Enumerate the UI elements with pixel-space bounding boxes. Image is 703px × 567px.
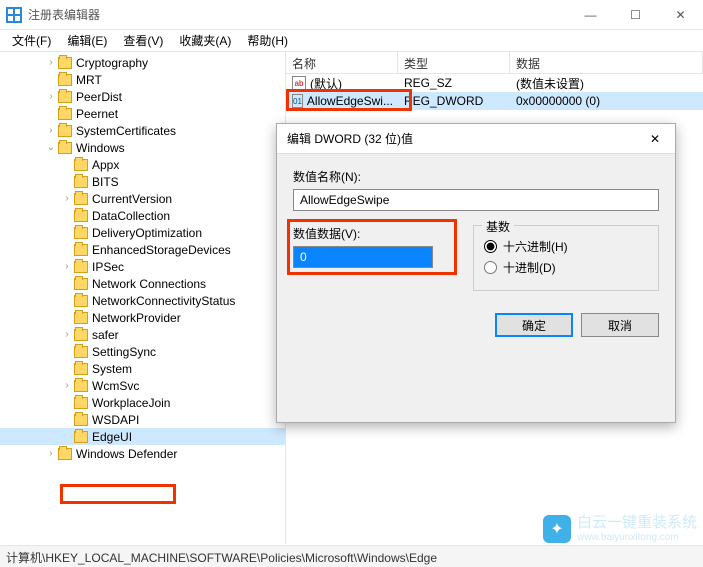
tree-node-windows[interactable]: ⌄Windows <box>0 139 285 156</box>
tree-node-windows-defender[interactable]: ›Windows Defender <box>0 445 285 462</box>
cancel-button[interactable]: 取消 <box>581 313 659 337</box>
folder-icon <box>74 312 88 324</box>
value-row-default[interactable]: ab(默认) REG_SZ (数值未设置) <box>286 74 703 92</box>
folder-icon <box>58 57 72 69</box>
menu-file[interactable]: 文件(F) <box>4 30 59 51</box>
tree-node-systemcertificates[interactable]: ›SystemCertificates <box>0 122 285 139</box>
tree-node-networkprovider[interactable]: NetworkProvider <box>0 309 285 326</box>
tree-node-settingsync[interactable]: SettingSync <box>0 343 285 360</box>
titlebar: 注册表编辑器 — ☐ ✕ <box>0 0 703 30</box>
dialog-close-button[interactable]: ✕ <box>635 124 675 154</box>
chevron-down-icon[interactable]: ⌄ <box>44 142 58 153</box>
minimize-button[interactable]: — <box>568 0 613 30</box>
tree-node-currentversion[interactable]: ›CurrentVersion <box>0 190 285 207</box>
name-label: 数值名称(N): <box>293 168 659 185</box>
edit-dword-dialog: 编辑 DWORD (32 位)值 ✕ 数值名称(N): 数值数据(V): 基数 … <box>276 123 676 423</box>
name-input[interactable] <box>293 189 659 211</box>
menu-edit[interactable]: 编辑(E) <box>59 30 115 51</box>
tree-node-bits[interactable]: BITS <box>0 173 285 190</box>
tree-node-cryptography[interactable]: ›Cryptography <box>0 54 285 71</box>
radio-dec[interactable]: 十进制(D) <box>484 259 648 276</box>
chevron-right-icon[interactable]: › <box>44 91 58 102</box>
folder-icon <box>74 295 88 307</box>
folder-icon <box>74 227 88 239</box>
folder-icon <box>58 125 72 137</box>
ok-button[interactable]: 确定 <box>495 313 573 337</box>
app-icon <box>6 7 22 23</box>
dialog-buttons: 确定 取消 <box>277 305 675 351</box>
menubar: 文件(F) 编辑(E) 查看(V) 收藏夹(A) 帮助(H) <box>0 30 703 52</box>
data-input[interactable] <box>293 246 433 268</box>
folder-icon <box>74 346 88 358</box>
folder-icon <box>58 91 72 103</box>
dialog-titlebar[interactable]: 编辑 DWORD (32 位)值 ✕ <box>277 124 675 154</box>
chevron-right-icon[interactable]: › <box>60 193 74 204</box>
tree-node-peernet[interactable]: Peernet <box>0 105 285 122</box>
tree-node-wcmsvc[interactable]: ›WcmSvc <box>0 377 285 394</box>
tree-node-edgeui[interactable]: EdgeUI <box>0 428 285 445</box>
tree-node-workplacejoin[interactable]: WorkplaceJoin <box>0 394 285 411</box>
folder-icon <box>58 74 72 86</box>
tree-node-wsdapi[interactable]: WSDAPI <box>0 411 285 428</box>
folder-icon <box>74 278 88 290</box>
folder-icon <box>74 244 88 256</box>
folder-icon <box>74 210 88 222</box>
chevron-right-icon[interactable]: › <box>44 448 58 459</box>
folder-icon <box>74 329 88 341</box>
base-legend: 基数 <box>482 218 514 235</box>
tree-node-safer[interactable]: ›safer <box>0 326 285 343</box>
folder-icon <box>74 414 88 426</box>
tree-node-ipsec[interactable]: ›IPSec <box>0 258 285 275</box>
radio-hex[interactable]: 十六进制(H) <box>484 238 648 255</box>
tree-node-deliveryoptimization[interactable]: DeliveryOptimization <box>0 224 285 241</box>
menu-help[interactable]: 帮助(H) <box>239 30 296 51</box>
folder-icon <box>74 397 88 409</box>
tree-node-datacollection[interactable]: DataCollection <box>0 207 285 224</box>
window-title: 注册表编辑器 <box>28 6 568 23</box>
tree-node-system[interactable]: System <box>0 360 285 377</box>
folder-icon <box>74 176 88 188</box>
base-group: 基数 十六进制(H) 十进制(D) <box>473 225 659 291</box>
close-button[interactable]: ✕ <box>658 0 703 30</box>
folder-icon <box>74 193 88 205</box>
folder-icon <box>58 108 72 120</box>
statusbar: 计算机\HKEY_LOCAL_MACHINE\SOFTWARE\Policies… <box>0 545 703 567</box>
dialog-title: 编辑 DWORD (32 位)值 <box>287 130 635 147</box>
chevron-right-icon[interactable]: › <box>44 125 58 136</box>
column-name[interactable]: 名称 <box>286 52 398 73</box>
tree-node-enhancedstoragedevices[interactable]: EnhancedStorageDevices <box>0 241 285 258</box>
tree-node-networkconnectivitystatus[interactable]: NetworkConnectivityStatus <box>0 292 285 309</box>
string-value-icon: ab <box>292 76 306 90</box>
tree-node-appx[interactable]: Appx <box>0 156 285 173</box>
maximize-button[interactable]: ☐ <box>613 0 658 30</box>
chevron-right-icon[interactable]: › <box>44 57 58 68</box>
folder-icon <box>58 448 72 460</box>
column-type[interactable]: 类型 <box>398 52 510 73</box>
watermark-icon: ✦ <box>543 515 571 543</box>
chevron-right-icon[interactable]: › <box>60 380 74 391</box>
menu-view[interactable]: 查看(V) <box>115 30 171 51</box>
tree-node-peerdist[interactable]: ›PeerDist <box>0 88 285 105</box>
folder-icon <box>58 142 72 154</box>
folder-icon <box>74 363 88 375</box>
tree-node-network-connections[interactable]: Network Connections <box>0 275 285 292</box>
folder-icon <box>74 261 88 273</box>
folder-icon <box>74 380 88 392</box>
tree-pane[interactable]: ›Cryptography MRT ›PeerDist Peernet ›Sys… <box>0 52 286 544</box>
value-row-allowedgeswipe[interactable]: 01AllowEdgeSwi... REG_DWORD 0x00000000 (… <box>286 92 703 110</box>
tree-node-mrt[interactable]: MRT <box>0 71 285 88</box>
dword-value-icon: 01 <box>292 94 303 108</box>
menu-favorites[interactable]: 收藏夹(A) <box>171 30 239 51</box>
column-data[interactable]: 数据 <box>510 52 703 73</box>
chevron-right-icon[interactable]: › <box>60 329 74 340</box>
list-header: 名称 类型 数据 <box>286 52 703 74</box>
dialog-body: 数值名称(N): 数值数据(V): 基数 十六进制(H) 十进制(D) <box>277 154 675 305</box>
folder-icon <box>74 431 88 443</box>
watermark: ✦ 白云一键重装系统www.baiyunxitong.com <box>543 515 697 543</box>
chevron-right-icon[interactable]: › <box>60 261 74 272</box>
data-label: 数值数据(V): <box>293 225 453 242</box>
folder-icon <box>74 159 88 171</box>
